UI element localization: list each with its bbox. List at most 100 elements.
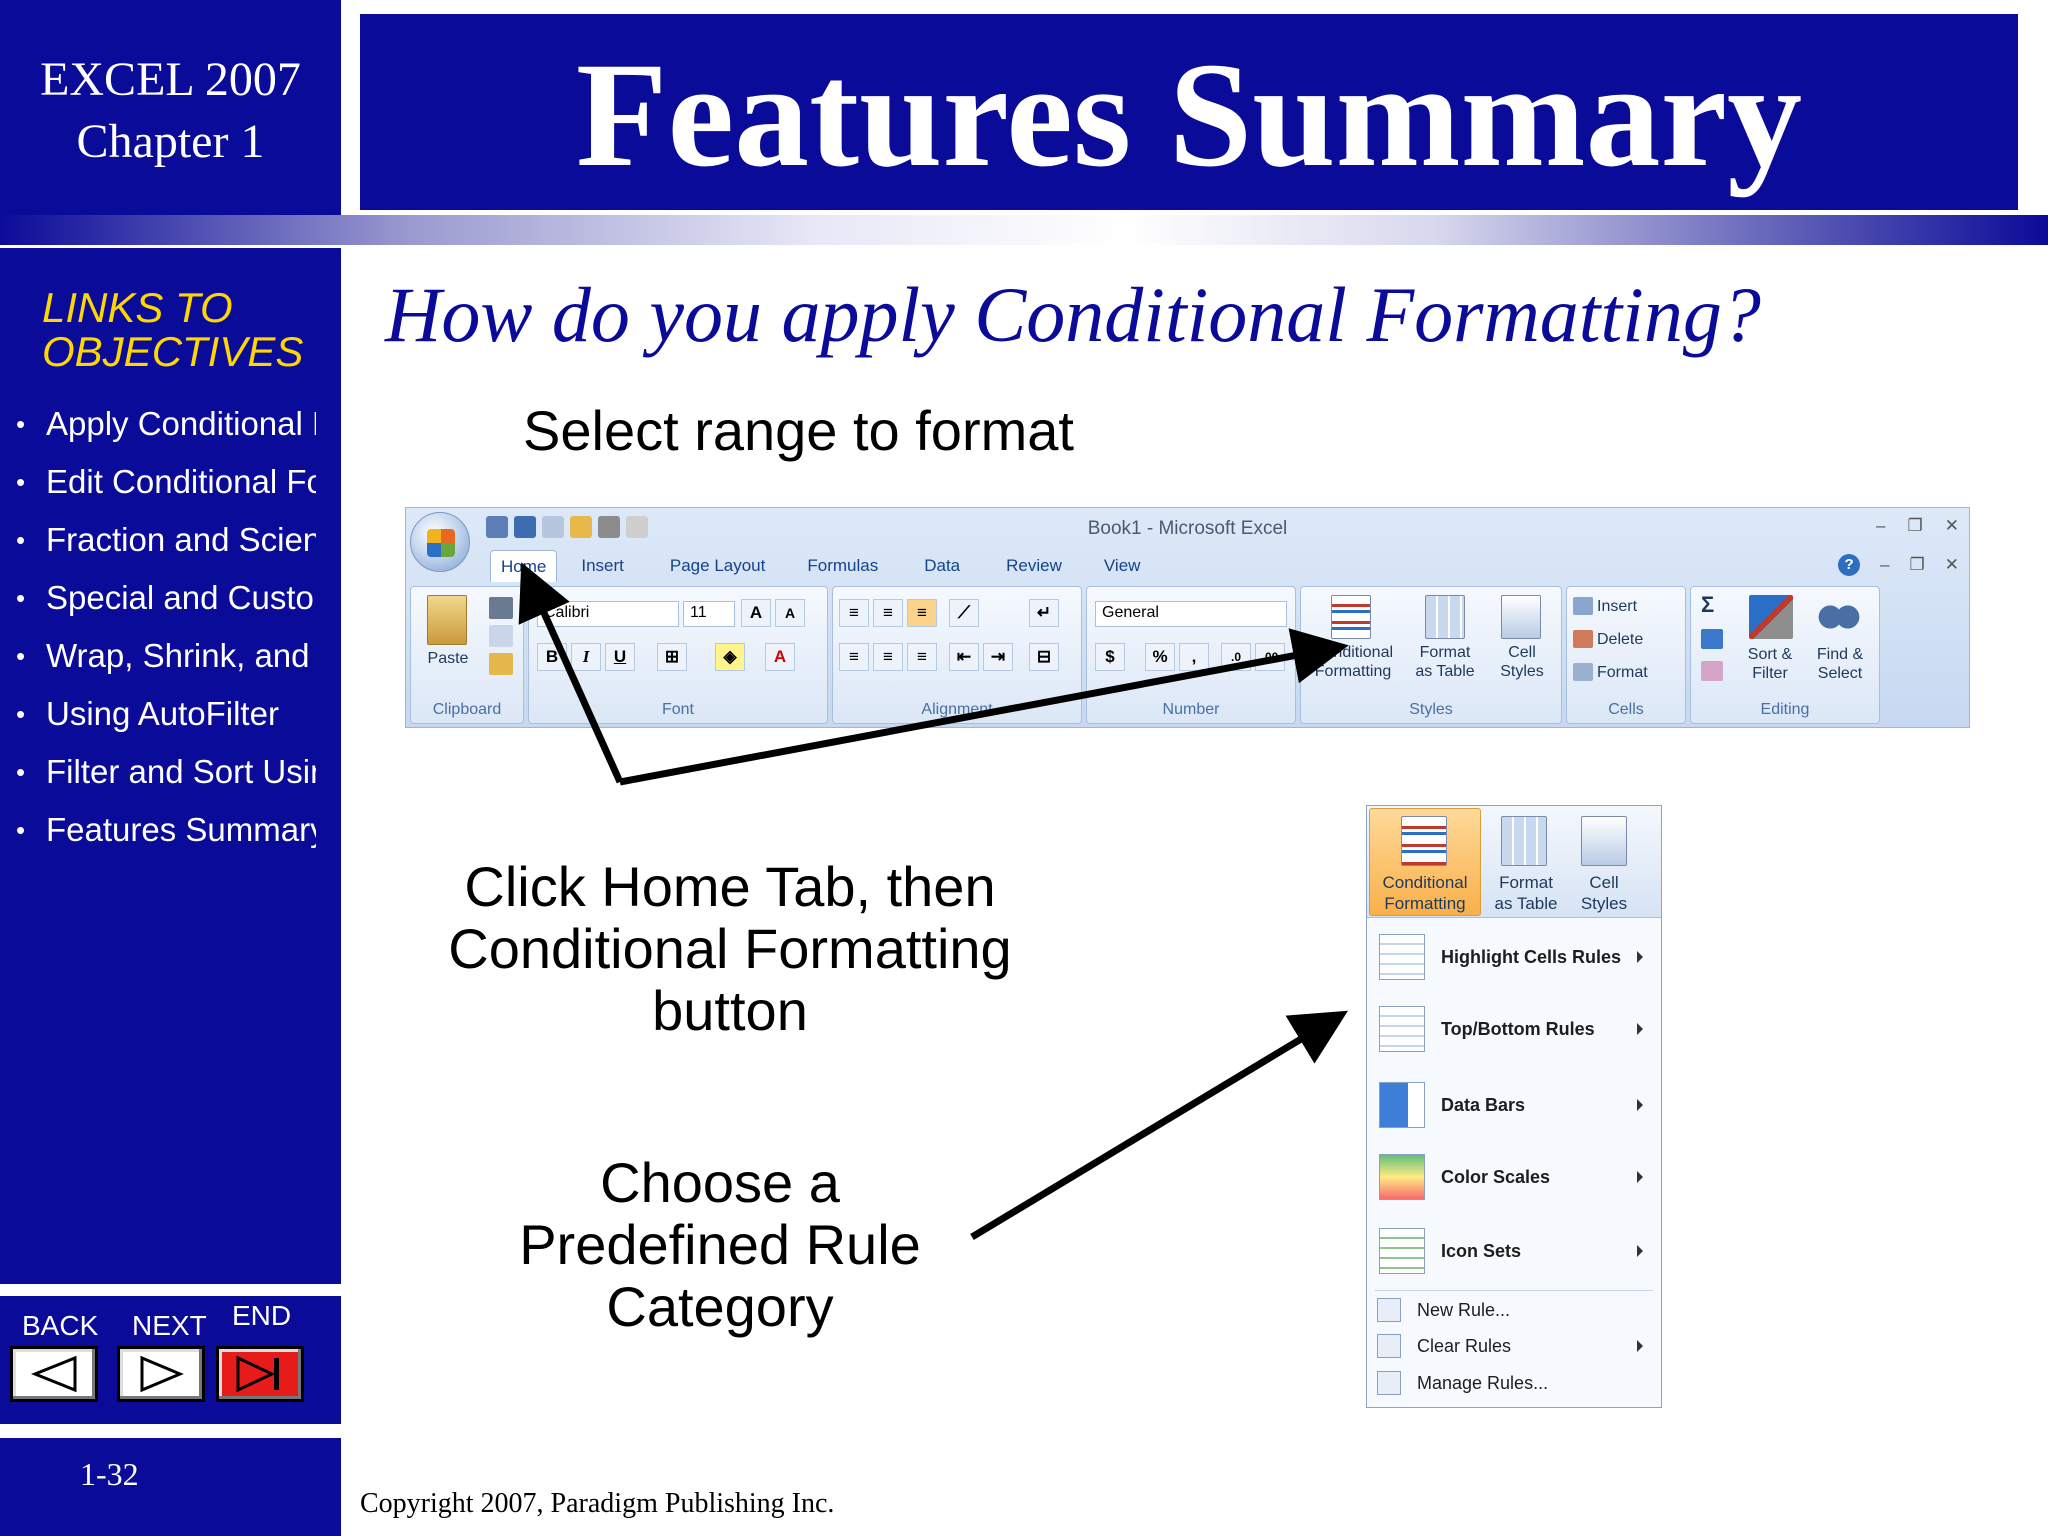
objective-link[interactable]: •Apply Conditional Fo	[16, 395, 316, 453]
paste-label: Paste	[427, 650, 469, 667]
tab-review[interactable]: Review	[1006, 550, 1062, 582]
close-icon[interactable]: ✕	[1945, 555, 1959, 575]
orientation-icon[interactable]: ⟋	[949, 599, 979, 627]
font-color-icon[interactable]: A	[765, 643, 795, 671]
menu-item-top-bottom-rules[interactable]: Top/Bottom Rules	[1367, 1006, 1661, 1052]
format-cells-button[interactable]: Format	[1597, 663, 1648, 682]
conditional-formatting-button[interactable]: Conditional Formatting	[1305, 643, 1401, 681]
format-as-table-icon[interactable]	[1501, 816, 1547, 866]
format-cells-icon	[1573, 663, 1593, 681]
tab-page-layout[interactable]: Page Layout	[670, 550, 765, 582]
end-button[interactable]	[216, 1346, 304, 1402]
next-button[interactable]	[117, 1346, 205, 1402]
bold-icon[interactable]: B	[537, 643, 567, 671]
fill-icon[interactable]	[1701, 629, 1723, 649]
help-icon[interactable]: ?	[1838, 554, 1861, 576]
minimize-icon[interactable]: –	[1880, 555, 1889, 575]
menu-item-color-scales[interactable]: Color Scales	[1367, 1154, 1661, 1200]
cell-styles-label[interactable]: Cell Styles	[1571, 872, 1637, 914]
increase-decimal-icon[interactable]: .0	[1221, 643, 1251, 671]
objective-link[interactable]: • Special and Custom	[16, 569, 316, 627]
tab-formulas[interactable]: Formulas	[807, 550, 878, 582]
number-group-label: Number	[1162, 701, 1220, 718]
merge-center-icon[interactable]: ⊟	[1029, 643, 1059, 671]
currency-icon[interactable]: $	[1095, 643, 1125, 671]
menu-item-new-rule[interactable]: New Rule...	[1367, 1298, 1661, 1322]
color-scales-icon	[1379, 1154, 1425, 1200]
clear-icon[interactable]	[1701, 661, 1723, 681]
objective-link[interactable]: • Using AutoFilter	[16, 685, 316, 743]
tab-data[interactable]: Data	[924, 550, 960, 582]
shrink-font-icon[interactable]: A	[775, 599, 805, 627]
cell-styles-icon[interactable]	[1581, 816, 1627, 866]
restore-icon[interactable]: ❐	[1908, 516, 1923, 536]
decrease-indent-icon[interactable]: ⇤	[949, 643, 979, 671]
back-button[interactable]	[10, 1346, 98, 1402]
workbook-controls: ? – ❐ ✕	[1838, 554, 1959, 576]
insert-cells-icon	[1573, 597, 1593, 615]
data-bars-icon	[1379, 1082, 1425, 1128]
increase-indent-icon[interactable]: ⇥	[983, 643, 1013, 671]
italic-icon[interactable]: I	[571, 643, 601, 671]
cell-styles-icon[interactable]	[1501, 595, 1541, 639]
close-icon[interactable]: ✕	[1945, 516, 1959, 536]
find-select-icon[interactable]	[1817, 595, 1861, 639]
menu-item-highlight-cells-rules[interactable]: Highlight Cells Rules	[1367, 934, 1661, 980]
find-select-button[interactable]: Find & Select	[1809, 645, 1871, 683]
submenu-arrow-icon	[1637, 1023, 1643, 1035]
objective-link[interactable]: •Fraction and Scientifi	[16, 511, 316, 569]
menu-item-icon-sets[interactable]: Icon Sets	[1367, 1228, 1661, 1274]
format-as-table-label[interactable]: Format as Table	[1485, 872, 1567, 914]
format-as-table-button[interactable]: Format as Table	[1405, 643, 1485, 681]
underline-icon[interactable]: U	[605, 643, 635, 671]
align-bottom-icon[interactable]: ≡	[907, 599, 937, 627]
wrap-text-icon[interactable]: ↵	[1029, 599, 1059, 627]
format-as-table-icon[interactable]	[1425, 595, 1465, 639]
percent-icon[interactable]: %	[1145, 643, 1175, 671]
grow-font-icon[interactable]: A	[741, 599, 771, 627]
sort-filter-button[interactable]: Sort & Filter	[1741, 645, 1799, 683]
fill-color-icon[interactable]: ◈	[715, 643, 745, 671]
objective-link[interactable]: •Filter and Sort Using	[16, 743, 316, 801]
align-middle-icon[interactable]: ≡	[873, 599, 903, 627]
align-center-icon[interactable]: ≡	[873, 643, 903, 671]
next-arrow-icon	[140, 1355, 184, 1393]
page-number-panel	[0, 1438, 341, 1536]
ribbon-groups: Paste Clipboard Calibri 11 A A B I U ⊞ ◈…	[410, 586, 1965, 724]
sort-filter-icon[interactable]	[1749, 595, 1793, 639]
menu-item-clear-rules[interactable]: Clear Rules	[1367, 1334, 1661, 1358]
menu-separator	[1375, 1290, 1653, 1291]
insert-cells-button[interactable]: Insert	[1597, 597, 1637, 616]
objective-link[interactable]: •Edit Conditional Form	[16, 453, 316, 511]
objective-link[interactable]: •Wrap, Shrink, and Me	[16, 627, 316, 685]
font-size-combo[interactable]: 11	[683, 601, 735, 627]
copy-icon[interactable]	[489, 625, 513, 647]
comma-icon[interactable]: ,	[1179, 643, 1209, 671]
cut-icon[interactable]	[489, 597, 513, 619]
format-painter-icon[interactable]	[489, 653, 513, 675]
menu-item-manage-rules[interactable]: Manage Rules...	[1367, 1371, 1661, 1395]
align-left-icon[interactable]: ≡	[839, 643, 869, 671]
delete-cells-button[interactable]: Delete	[1597, 630, 1643, 649]
cell-styles-button[interactable]: Cell Styles	[1491, 643, 1553, 681]
align-right-icon[interactable]: ≡	[907, 643, 937, 671]
align-top-icon[interactable]: ≡	[839, 599, 869, 627]
paste-icon[interactable]	[427, 595, 467, 645]
number-format-combo[interactable]: General	[1095, 601, 1287, 627]
decrease-decimal-icon[interactable]: .00	[1255, 643, 1285, 671]
font-name-combo[interactable]: Calibri	[537, 601, 679, 627]
borders-icon[interactable]: ⊞	[657, 643, 687, 671]
objective-link[interactable]: • Features Summary	[16, 801, 316, 859]
icon-sets-icon	[1379, 1228, 1425, 1274]
course-title: EXCEL 2007	[40, 53, 301, 106]
restore-icon[interactable]: ❐	[1910, 555, 1925, 575]
autosum-icon[interactable]: Σ	[1701, 594, 1714, 616]
clear-rules-icon	[1377, 1334, 1401, 1358]
clipboard-group-label: Clipboard	[432, 701, 502, 718]
tab-view[interactable]: View	[1104, 550, 1141, 582]
tab-home[interactable]: Home	[490, 550, 558, 582]
tab-insert[interactable]: Insert	[581, 550, 624, 582]
minimize-icon[interactable]: –	[1876, 516, 1885, 536]
conditional-formatting-icon[interactable]	[1331, 595, 1371, 639]
menu-item-data-bars[interactable]: Data Bars	[1367, 1082, 1661, 1128]
